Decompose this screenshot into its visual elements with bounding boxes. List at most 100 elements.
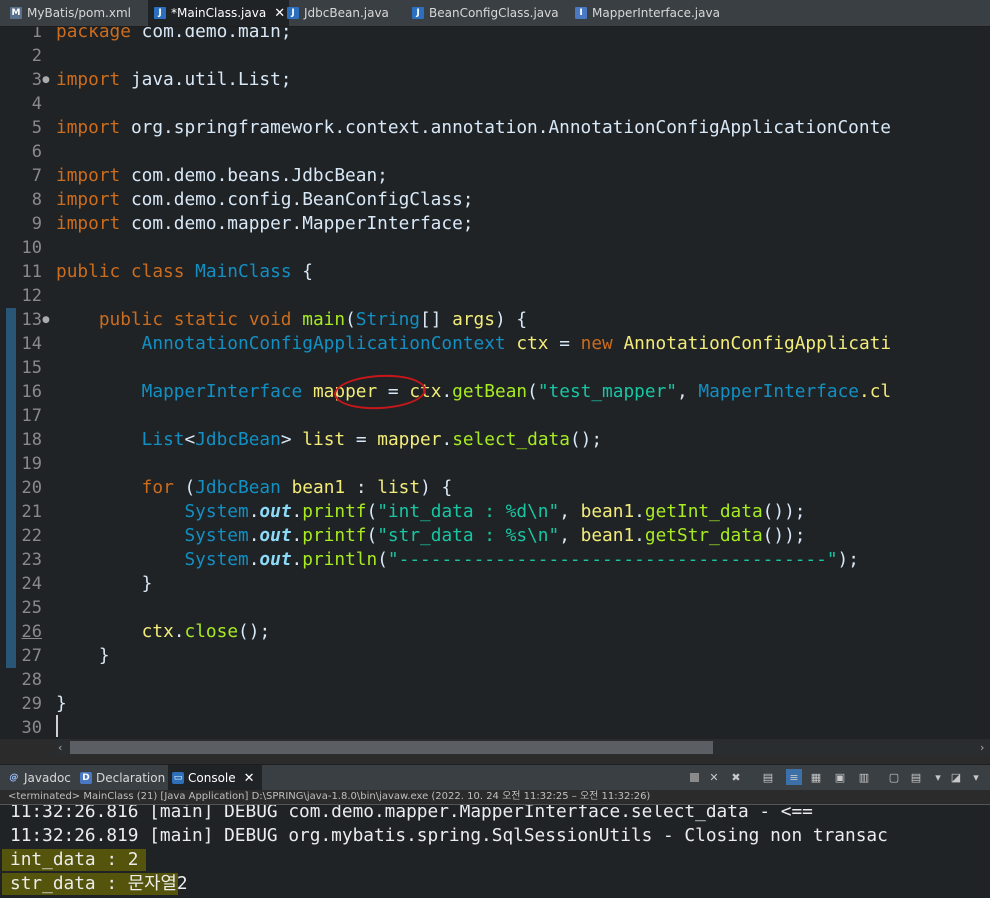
code-token: [] bbox=[420, 309, 453, 330]
line-number: 15 bbox=[21, 358, 42, 378]
code-token: System bbox=[184, 525, 249, 546]
line-number-gutter: 1 2 3 ● 4 5 6 7 8 9 10 11 12 13 ● 14 15 16 17 18 19 20 21 22 23 2… bbox=[0, 27, 50, 739]
code-line: package com.demo.main; bbox=[56, 27, 292, 44]
open-console-icon[interactable]: ▤ bbox=[908, 769, 924, 785]
code-token: . bbox=[248, 501, 260, 522]
java-file-icon: J bbox=[287, 7, 299, 19]
scroll-left-icon[interactable]: ‹ bbox=[58, 740, 62, 755]
code-token: System bbox=[184, 501, 249, 522]
code-token: list bbox=[302, 429, 346, 450]
code-line: import com.demo.beans.JdbcBean; bbox=[56, 164, 388, 188]
fold-icon[interactable]: ● bbox=[42, 68, 50, 92]
code-token: ()); bbox=[762, 501, 806, 522]
scroll-right-icon[interactable]: › bbox=[980, 740, 984, 755]
show-stdout-icon[interactable]: ▦ bbox=[808, 769, 824, 785]
remove-launch-icon[interactable]: ✕ bbox=[706, 769, 722, 785]
text-cursor bbox=[56, 715, 58, 737]
code-token: . bbox=[291, 501, 303, 522]
code-token: (); bbox=[569, 429, 603, 450]
tab-mainclass-java[interactable]: J *MainClass.java ✕ bbox=[148, 0, 289, 26]
code-token: . bbox=[291, 525, 303, 546]
code-token: JdbcBean bbox=[195, 477, 281, 498]
pin-console-icon[interactable]: ▥ bbox=[856, 769, 872, 785]
code-token: list bbox=[377, 477, 421, 498]
code-token: "test_mapper" bbox=[537, 381, 677, 402]
tab-declaration[interactable]: D Declaration bbox=[80, 765, 165, 791]
code-line: for (JdbcBean bean1 : list) { bbox=[56, 476, 453, 500]
code-token: . bbox=[291, 549, 303, 570]
line-number: 30 bbox=[21, 718, 42, 738]
line-number: 23 bbox=[21, 550, 42, 570]
tab-beanconfigclass-java[interactable]: J BeanConfigClass.java bbox=[412, 0, 559, 26]
tab-console[interactable]: ▭ Console ✕ bbox=[168, 765, 262, 791]
code-token: } bbox=[56, 693, 67, 714]
code-token: "int_data : %d\n" bbox=[377, 501, 560, 522]
code-line: import com.demo.mapper.MapperInterface; bbox=[56, 212, 474, 236]
tab-label: Declaration bbox=[96, 771, 166, 785]
new-console-icon[interactable]: ◪ bbox=[948, 769, 964, 785]
code-editor[interactable]: 1 2 3 ● 4 5 6 7 8 9 10 11 12 13 ● 14 15 16 17 18 19 20 21 22 23 2… bbox=[0, 27, 990, 739]
chevron-down-icon[interactable]: ▾ bbox=[930, 769, 946, 785]
console-output[interactable]: 11:32:26.816 [main] DEBUG com.demo.mappe… bbox=[0, 804, 990, 898]
code-line: import com.demo.config.BeanConfigClass; bbox=[56, 188, 474, 212]
close-icon[interactable]: ✕ bbox=[274, 6, 285, 21]
annotation-circle bbox=[333, 372, 427, 412]
code-line: import org.springframework.context.annot… bbox=[56, 116, 891, 140]
tab-label: MapperInterface.java bbox=[592, 6, 720, 20]
tab-label: Console bbox=[188, 771, 236, 785]
code-token: public class bbox=[56, 261, 196, 282]
code-token: . bbox=[441, 429, 453, 450]
code-token: out bbox=[259, 549, 292, 570]
line-number: 29 bbox=[21, 694, 42, 714]
code-token: ) { bbox=[420, 477, 453, 498]
code-token: import bbox=[56, 165, 131, 186]
tab-label: MyBatis/pom.xml bbox=[27, 6, 131, 20]
code-token: . bbox=[248, 549, 260, 570]
code-token: } bbox=[56, 645, 110, 666]
code-token: . bbox=[173, 621, 185, 642]
line-number: 18 bbox=[21, 430, 42, 450]
display-console-icon[interactable]: ▢ bbox=[886, 769, 902, 785]
code-token: ( bbox=[184, 477, 196, 498]
tab-pom-xml[interactable]: M MyBatis/pom.xml bbox=[10, 0, 131, 26]
code-line: System.out.printf("int_data : %d\n", bea… bbox=[56, 500, 805, 524]
code-line: public class MainClass { bbox=[56, 260, 313, 284]
code-token: AnnotationConfigApplicationContext bbox=[141, 333, 506, 354]
code-token: "---------------------------------------… bbox=[387, 549, 838, 570]
code-token: , bbox=[559, 501, 581, 522]
console-status-header: <terminated> MainClass (21) [Java Applic… bbox=[0, 790, 990, 804]
code-token: java.util.List; bbox=[130, 69, 292, 90]
code-token: import bbox=[56, 213, 131, 234]
code-token: } bbox=[56, 573, 153, 594]
code-token: MapperInterface bbox=[698, 381, 860, 402]
close-icon[interactable]: ✕ bbox=[244, 771, 255, 786]
scroll-lock-icon[interactable]: ▤ bbox=[760, 769, 776, 785]
scrollbar-thumb[interactable] bbox=[70, 741, 713, 754]
tab-jdbcbean-java[interactable]: J JdbcBean.java bbox=[287, 0, 389, 26]
tab-mapperinterface-java[interactable]: I MapperInterface.java bbox=[575, 0, 720, 26]
chevron-down-icon[interactable]: ▾ bbox=[968, 769, 984, 785]
line-number: 10 bbox=[21, 238, 42, 258]
java-file-icon: J bbox=[412, 7, 424, 19]
code-token: main bbox=[302, 309, 346, 330]
remove-all-terminated-icon[interactable]: ✖ bbox=[728, 769, 744, 785]
word-wrap-icon[interactable]: ≡ bbox=[786, 769, 802, 785]
line-number: 26 bbox=[21, 622, 42, 642]
code-token: JdbcBean bbox=[195, 429, 281, 450]
show-stderr-icon[interactable]: ▣ bbox=[832, 769, 848, 785]
fold-icon[interactable]: ● bbox=[42, 308, 50, 332]
tab-label: Javadoc bbox=[24, 771, 71, 785]
code-token: new bbox=[580, 333, 624, 354]
code-token: ( bbox=[366, 525, 378, 546]
line-number: 5 bbox=[31, 118, 42, 138]
code-token: { bbox=[291, 261, 313, 282]
code-token: com.demo.config.BeanConfigClass; bbox=[130, 189, 474, 210]
code-line: } bbox=[56, 644, 110, 668]
terminate-icon[interactable] bbox=[686, 769, 702, 785]
tab-javadoc[interactable]: @ Javadoc bbox=[8, 765, 71, 791]
